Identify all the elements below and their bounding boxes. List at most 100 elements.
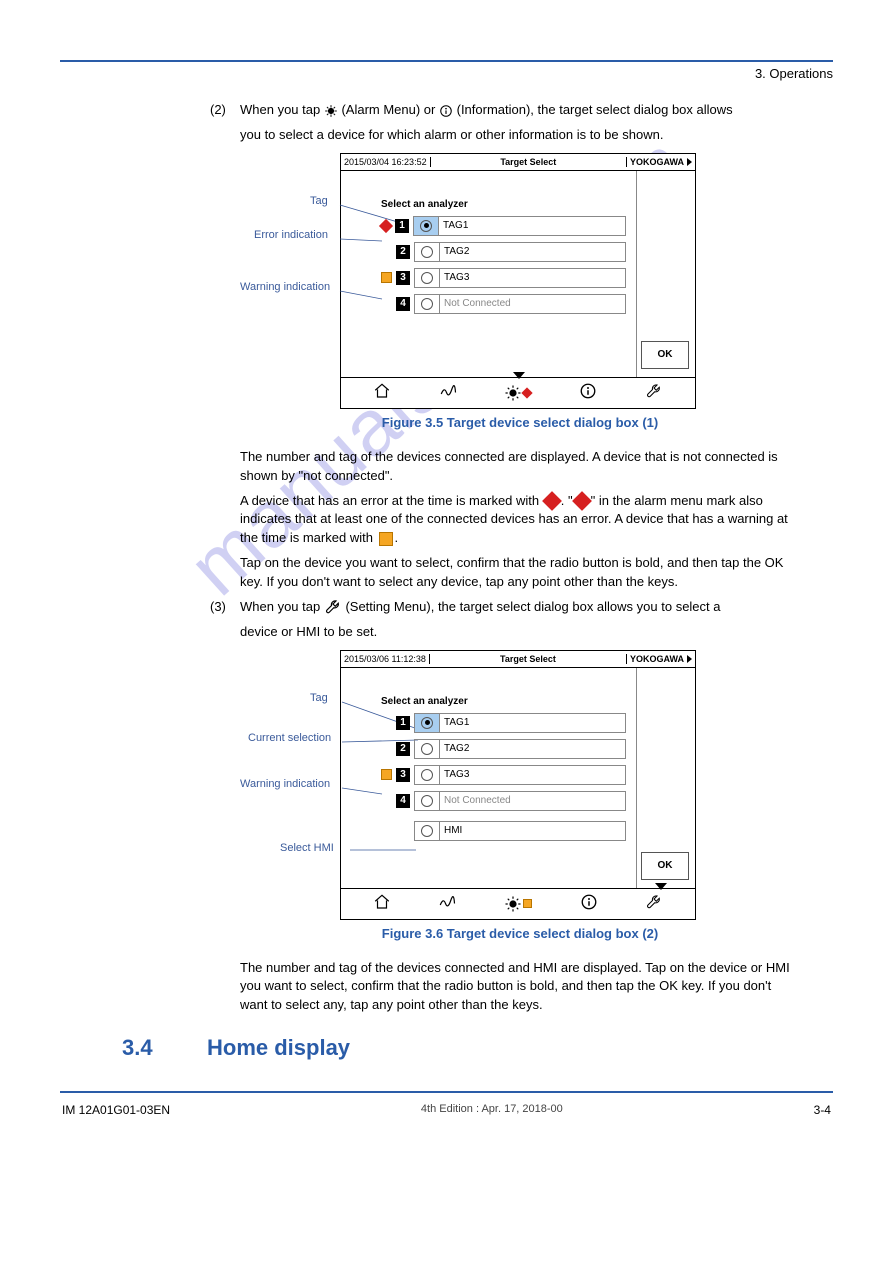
radio-4b[interactable] bbox=[415, 792, 440, 810]
p3-a: When you tap bbox=[240, 599, 324, 614]
error-diamond-icon bbox=[522, 387, 533, 398]
alarm-icon[interactable] bbox=[504, 895, 532, 913]
analyzer-row-2[interactable]: 2 TAG2 bbox=[381, 739, 626, 759]
radio-2[interactable] bbox=[415, 243, 440, 261]
num-badge: 3 bbox=[396, 768, 410, 782]
analyzer-row-3[interactable]: 3 TAG3 bbox=[381, 765, 626, 785]
settings-wrench-icon bbox=[324, 598, 342, 617]
screen-footer-1 bbox=[341, 377, 695, 408]
settings-wrench-icon[interactable] bbox=[645, 893, 663, 914]
timestamp-1: 2015/03/04 16:23:52 bbox=[341, 157, 431, 167]
tag-label: TAG2 bbox=[440, 743, 469, 754]
screen-2: 2015/03/06 11:12:38 Target Select YOKOGA… bbox=[340, 650, 696, 920]
trend-icon[interactable] bbox=[438, 893, 456, 914]
step-3-line1: (3) When you tap (Setting Menu), the tar… bbox=[210, 598, 793, 617]
callout-warning: Warning indication bbox=[240, 778, 330, 790]
doc-number: IM 12A01G01-03EN bbox=[62, 1103, 170, 1117]
warning-square-icon bbox=[381, 272, 392, 283]
edition-date: 4th Edition : Apr. 17, 2018-00 bbox=[421, 1103, 563, 1117]
callout-error: Error indication bbox=[254, 229, 328, 241]
ok-button[interactable]: OK bbox=[641, 341, 689, 369]
p1-b: (Alarm Menu) or bbox=[341, 102, 439, 117]
tag-label: TAG1 bbox=[439, 220, 468, 231]
step-number-3: (3) bbox=[210, 598, 240, 617]
screen-footer-2 bbox=[341, 888, 695, 919]
warning-square-icon bbox=[523, 899, 532, 908]
brand-2: YOKOGAWA bbox=[627, 654, 695, 664]
page-number: 3-4 bbox=[814, 1103, 831, 1117]
figure-3-6: Tag Current selection Warning indication… bbox=[340, 650, 700, 941]
analyzer-row-4[interactable]: 4 Not Connected bbox=[381, 294, 626, 314]
section-3-4: 3.4Home display bbox=[122, 1035, 833, 1061]
p1-a: When you tap bbox=[240, 102, 324, 117]
step-2-line2: you to select a device for which alarm o… bbox=[240, 126, 793, 145]
callout-tag: Tag bbox=[310, 692, 328, 704]
tag-label: Not Connected bbox=[440, 795, 511, 806]
num-badge: 4 bbox=[396, 297, 410, 311]
p3-b: (Setting Menu), the target select dialog… bbox=[345, 599, 720, 614]
callout-tag: Tag bbox=[310, 195, 328, 207]
brand-1: YOKOGAWA bbox=[627, 157, 695, 167]
radio-hmi[interactable] bbox=[415, 822, 440, 840]
tag-label: Not Connected bbox=[440, 298, 511, 309]
analyzer-row-2[interactable]: 2 TAG2 bbox=[381, 242, 626, 262]
screen-title-2: Target Select bbox=[430, 654, 627, 664]
num-badge: 2 bbox=[396, 245, 410, 259]
info-icon[interactable] bbox=[580, 893, 598, 914]
alarm-icon[interactable] bbox=[504, 384, 531, 402]
prompt-2: Select an analyzer bbox=[381, 696, 626, 707]
screen-title-1: Target Select bbox=[431, 157, 627, 167]
home-icon[interactable] bbox=[373, 893, 391, 914]
para-b1: The number and tag of the devices connec… bbox=[240, 959, 793, 1016]
analyzer-row-4[interactable]: 4 Not Connected bbox=[381, 791, 626, 811]
alarm-icon bbox=[324, 101, 338, 120]
step-2-line1: (2) When you tap (Alarm Menu) or (Inform… bbox=[210, 101, 793, 120]
radio-4[interactable] bbox=[415, 295, 440, 313]
analyzer-row-3[interactable]: 3 TAG3 bbox=[381, 268, 626, 288]
bottom-rule bbox=[60, 1091, 833, 1093]
callout-hmi: Select HMI bbox=[280, 842, 334, 854]
settings-wrench-icon[interactable] bbox=[645, 382, 663, 403]
analyzer-row-1[interactable]: 1 TAG1 bbox=[381, 713, 626, 733]
hmi-row[interactable]: HMI bbox=[381, 821, 626, 841]
tag-label: TAG3 bbox=[440, 272, 469, 283]
info-icon bbox=[439, 101, 453, 120]
tag-label: TAG2 bbox=[440, 246, 469, 257]
error-diamond-icon bbox=[572, 491, 592, 511]
radio-1b[interactable] bbox=[415, 714, 440, 732]
header-section: 3. Operations bbox=[60, 66, 833, 81]
para-a2: A device that has an error at the time i… bbox=[240, 492, 793, 549]
warning-square-icon bbox=[381, 769, 392, 780]
trend-icon[interactable] bbox=[439, 382, 457, 403]
error-diamond-icon bbox=[542, 491, 562, 511]
num-badge: 1 bbox=[395, 219, 409, 233]
num-badge: 2 bbox=[396, 742, 410, 756]
radio-1[interactable] bbox=[414, 217, 439, 235]
page-footer: IM 12A01G01-03EN 4th Edition : Apr. 17, … bbox=[60, 1103, 833, 1117]
num-badge: 1 bbox=[396, 716, 410, 730]
num-badge: 3 bbox=[396, 271, 410, 285]
home-icon[interactable] bbox=[373, 382, 391, 403]
analyzer-row-1[interactable]: 1 TAG1 bbox=[381, 216, 626, 236]
radio-3b[interactable] bbox=[415, 766, 440, 784]
para-a1: The number and tag of the devices connec… bbox=[240, 448, 793, 486]
tag-label: TAG3 bbox=[440, 769, 469, 780]
active-tab-marker bbox=[655, 883, 667, 890]
figure-caption-2: Figure 3.6 Target device select dialog b… bbox=[340, 926, 700, 941]
ok-button[interactable]: OK bbox=[641, 852, 689, 880]
step-number-2: (2) bbox=[210, 101, 240, 120]
error-diamond-icon bbox=[379, 219, 393, 233]
num-badge: 4 bbox=[396, 794, 410, 808]
timestamp-2: 2015/03/06 11:12:38 bbox=[341, 654, 430, 664]
info-icon[interactable] bbox=[579, 382, 597, 403]
figure-3-5: Tag Error indication Warning indication … bbox=[340, 153, 700, 430]
radio-3[interactable] bbox=[415, 269, 440, 287]
tag-label: TAG1 bbox=[440, 717, 469, 728]
hmi-label: HMI bbox=[440, 825, 462, 836]
screen-1: 2015/03/04 16:23:52 Target Select YOKOGA… bbox=[340, 153, 696, 409]
step-3-line2: device or HMI to be set. bbox=[240, 623, 793, 642]
warning-square-icon bbox=[379, 532, 393, 546]
callout-selection: Current selection bbox=[248, 732, 331, 744]
radio-2b[interactable] bbox=[415, 740, 440, 758]
para-a3: Tap on the device you want to select, co… bbox=[240, 554, 793, 592]
